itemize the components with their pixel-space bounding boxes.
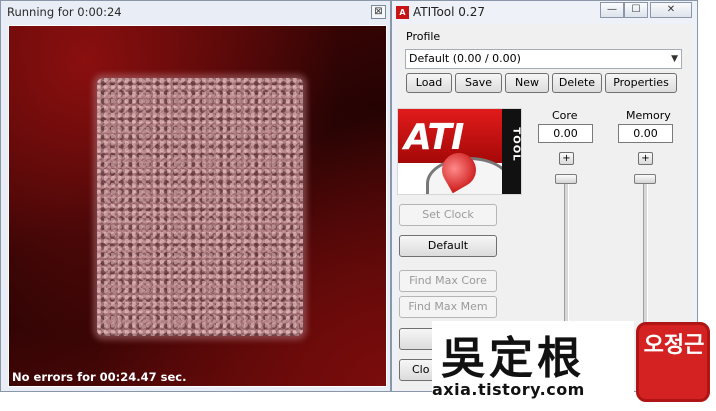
logo-brand-text: ATI — [404, 117, 464, 158]
maximize-button[interactable]: ☐ — [624, 2, 648, 18]
error-status-text: No errors for 00:24.47 sec. — [12, 370, 187, 384]
core-increment-button[interactable]: + — [559, 152, 574, 165]
atitool-logo: ATI TOOL — [397, 108, 522, 195]
seal-text: 오정근 — [643, 333, 705, 358]
watermark-url: axia.tistory.com — [432, 380, 585, 399]
ati-app-icon: A — [396, 6, 409, 19]
set-clock-button[interactable]: Set Clock — [399, 204, 497, 226]
load-button[interactable]: Load — [406, 73, 452, 93]
fur-cube-render — [97, 78, 303, 336]
atitool-window-title: ATITool 0.27 — [413, 5, 485, 19]
memory-clock-input[interactable]: 0.00 — [618, 124, 673, 143]
seal-stamp-icon: 오정근 — [636, 322, 710, 402]
profile-selected-value: Default (0.00 / 0.00) — [409, 52, 521, 65]
memory-increment-button[interactable]: + — [638, 152, 653, 165]
minimize-button[interactable]: — — [600, 2, 624, 18]
chevron-down-icon: ▼ — [671, 54, 678, 64]
watermark-calligraphy: 吳定根 — [441, 333, 585, 384]
core-clock-input[interactable]: 0.00 — [538, 124, 593, 143]
close-icon[interactable]: ⊠ — [371, 5, 386, 19]
render-window-title: Running for 0:00:24 — [7, 5, 122, 19]
memory-label: Memory — [626, 109, 671, 122]
memory-slider-thumb[interactable] — [634, 174, 656, 184]
close-button[interactable]: ✕ — [650, 2, 692, 18]
render-viewport: No errors for 00:24.47 sec. — [8, 25, 387, 387]
properties-button[interactable]: Properties — [605, 73, 677, 93]
find-max-mem-button[interactable]: Find Max Mem — [399, 296, 497, 318]
default-button[interactable]: Default — [399, 235, 497, 257]
logo-sub-text: TOOL — [510, 127, 522, 162]
delete-button[interactable]: Delete — [552, 73, 602, 93]
profile-dropdown[interactable]: Default (0.00 / 0.00) ▼ — [405, 49, 682, 69]
save-button[interactable]: Save — [455, 73, 502, 93]
find-max-core-button[interactable]: Find Max Core — [399, 270, 497, 292]
profile-label: Profile — [406, 30, 441, 43]
render-test-window: Running for 0:00:24 ⊠ No errors for 00:2… — [0, 0, 391, 392]
core-slider-thumb[interactable] — [555, 174, 577, 184]
core-label: Core — [552, 109, 578, 122]
new-button[interactable]: New — [505, 73, 549, 93]
